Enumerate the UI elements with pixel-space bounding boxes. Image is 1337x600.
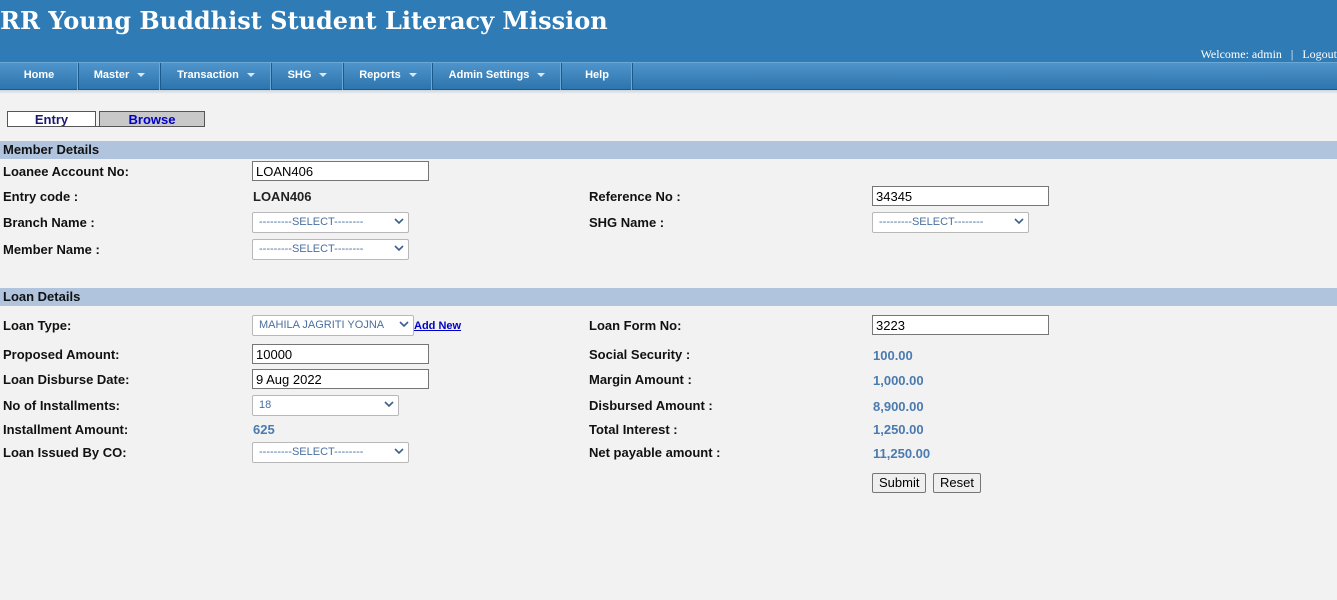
main-nav: Home Master Transaction SHG Reports Admi… <box>0 62 1337 90</box>
social-security-value: 100.00 <box>873 348 913 363</box>
net-payable-label: Net payable amount : <box>589 445 721 460</box>
installments-selected: 18 <box>259 399 272 411</box>
installments-select[interactable]: 18 <box>252 395 399 416</box>
branch-name-select[interactable]: ---------SELECT-------- <box>252 212 409 233</box>
social-security-label: Social Security : <box>589 347 691 362</box>
chevron-down-icon <box>394 218 404 225</box>
loanee-account-input[interactable] <box>252 161 429 181</box>
loan-type-selected: MAHILA JAGRITI YOJNA <box>259 319 385 331</box>
loan-form-no-label: Loan Form No: <box>589 318 682 333</box>
submit-button[interactable]: Submit <box>872 473 927 493</box>
proposed-amount-label: Proposed Amount: <box>3 347 120 362</box>
member-name-selected: ---------SELECT-------- <box>259 243 364 255</box>
issued-by-co-selected: ---------SELECT-------- <box>259 446 364 458</box>
member-name-label: Member Name : <box>3 242 100 257</box>
nav-admin-settings-label: Admin Settings <box>448 69 530 81</box>
branch-name-label: Branch Name : <box>3 215 95 230</box>
tab-browse[interactable]: Browse <box>99 111 205 127</box>
member-name-select[interactable]: ---------SELECT-------- <box>252 239 409 260</box>
shg-name-selected: ---------SELECT-------- <box>879 216 984 228</box>
chevron-down-icon <box>394 245 404 252</box>
nav-reports-label: Reports <box>359 69 401 81</box>
disbursed-amount-label: Disbursed Amount : <box>589 398 713 413</box>
entry-code-label: Entry code : <box>3 189 79 204</box>
welcome-user: admin <box>1251 47 1282 61</box>
caret-down-icon <box>319 73 328 78</box>
installment-amount-label: Installment Amount: <box>3 422 129 437</box>
proposed-amount-input[interactable] <box>252 344 429 364</box>
add-new-loan-type-link[interactable]: Add New <box>414 320 461 332</box>
app-header: RR Young Buddhist Student Literacy Missi… <box>0 0 1337 62</box>
chevron-down-icon <box>399 321 409 328</box>
chevron-down-icon <box>1014 218 1024 225</box>
caret-down-icon <box>246 73 255 78</box>
shg-name-label: SHG Name : <box>589 215 665 230</box>
nav-home-label: Home <box>23 69 55 81</box>
nav-master-label: Master <box>93 69 130 81</box>
disbursed-amount-value: 8,900.00 <box>873 399 924 414</box>
installments-label: No of Installments: <box>3 398 121 413</box>
logout-link[interactable]: Logout <box>1302 47 1337 61</box>
total-interest-value: 1,250.00 <box>873 422 924 437</box>
caret-down-icon <box>137 73 146 78</box>
shg-name-select[interactable]: ---------SELECT-------- <box>872 212 1029 233</box>
installment-amount-value: 625 <box>253 422 275 437</box>
member-details-header: Member Details <box>0 141 1337 159</box>
chevron-down-icon <box>384 401 394 408</box>
reference-no-label: Reference No : <box>589 189 681 204</box>
margin-amount-value: 1,000.00 <box>873 373 924 388</box>
loan-type-select[interactable]: MAHILA JAGRITI YOJNA <box>252 315 414 336</box>
nav-shg[interactable]: SHG <box>272 63 344 90</box>
nav-shg-label: SHG <box>287 69 312 81</box>
entry-code-value: LOAN406 <box>253 189 312 204</box>
nav-master[interactable]: Master <box>79 63 161 90</box>
total-interest-label: Total Interest : <box>589 422 678 437</box>
net-payable-value: 11,250.00 <box>873 446 931 461</box>
loanee-account-label: Loanee Account No: <box>3 164 129 179</box>
reset-button[interactable]: Reset <box>933 473 981 493</box>
nav-help-label: Help <box>585 69 609 81</box>
tab-divider <box>7 126 205 127</box>
caret-down-icon <box>537 73 546 78</box>
welcome-bar: Welcome: admin | Logout <box>1201 47 1337 62</box>
loan-details-header: Loan Details <box>0 288 1337 306</box>
margin-amount-label: Margin Amount : <box>589 372 692 387</box>
loan-type-label: Loan Type: <box>3 318 72 333</box>
chevron-down-icon <box>394 448 404 455</box>
disburse-date-input[interactable] <box>252 369 429 389</box>
nav-shadow <box>0 90 1337 94</box>
disburse-date-label: Loan Disburse Date: <box>3 372 130 387</box>
welcome-separator: | <box>1290 47 1294 61</box>
nav-help[interactable]: Help <box>562 63 633 90</box>
nav-home[interactable]: Home <box>0 63 79 90</box>
issued-by-co-select[interactable]: ---------SELECT-------- <box>252 442 409 463</box>
nav-transaction[interactable]: Transaction <box>161 63 272 90</box>
app-title: RR Young Buddhist Student Literacy Missi… <box>0 6 608 35</box>
nav-reports[interactable]: Reports <box>344 63 433 90</box>
welcome-prefix: Welcome: <box>1200 47 1249 61</box>
branch-name-selected: ---------SELECT-------- <box>259 216 364 228</box>
loan-form-no-input[interactable] <box>872 315 1049 335</box>
nav-admin-settings[interactable]: Admin Settings <box>433 63 562 90</box>
reference-no-input[interactable] <box>872 186 1049 206</box>
issued-by-co-label: Loan Issued By CO: <box>3 445 127 460</box>
nav-transaction-label: Transaction <box>177 69 239 81</box>
caret-down-icon <box>408 73 417 78</box>
tab-entry[interactable]: Entry <box>7 111 96 127</box>
